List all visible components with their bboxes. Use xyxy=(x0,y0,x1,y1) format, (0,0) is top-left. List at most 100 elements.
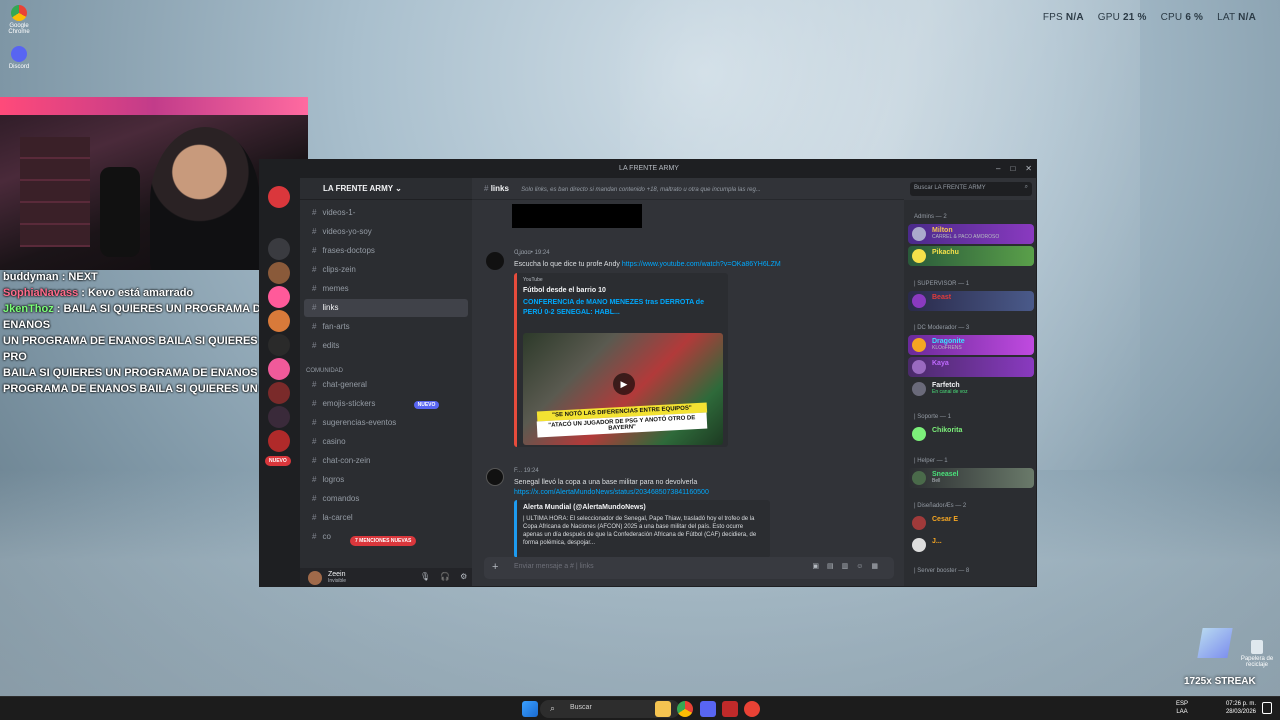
member-group-title: | Server booster — 8 xyxy=(914,568,970,574)
search-input[interactable]: Buscar LA FRENTE ARMY ⌕ xyxy=(910,182,1032,196)
start-icon[interactable] xyxy=(522,701,538,717)
clock[interactable]: 07:26 p. m. 28/03/2026 xyxy=(1226,700,1256,716)
member-item[interactable]: Dragonite KLOoFRENS xyxy=(908,335,1034,355)
new-pill[interactable]: NUEVO xyxy=(265,456,291,466)
channel-item[interactable]: # videos-1- xyxy=(304,204,468,222)
recycle-bin[interactable]: Papelera de reciclaje xyxy=(1240,640,1274,668)
embed-author[interactable]: Fútbol desde el barrio 10 xyxy=(523,287,722,294)
member-item[interactable]: J... xyxy=(908,535,1034,555)
headphones-icon[interactable]: 🎧 xyxy=(440,572,450,581)
channel-item[interactable]: # casino xyxy=(304,433,468,451)
mentions-pill[interactable]: 7 MENCIONES NUEVAS xyxy=(350,536,417,546)
play-icon[interactable]: ▶ xyxy=(613,373,635,395)
channel-title: links xyxy=(490,184,509,193)
desktop-icon-discord[interactable]: Discord xyxy=(4,46,34,70)
lang-top: ESP xyxy=(1176,701,1189,707)
server-icon[interactable] xyxy=(268,382,290,404)
member-item[interactable]: Chikorita xyxy=(908,424,1034,444)
channel-item[interactable]: # emojis-stickers NUEVO xyxy=(304,395,468,413)
file-explorer-icon[interactable] xyxy=(655,701,671,717)
message-image[interactable] xyxy=(512,204,642,228)
server-icon[interactable] xyxy=(268,334,290,356)
video-thumbnail[interactable]: "SE NOTÓ LAS DIFERENCIAS ENTRE EQUIPOS" … xyxy=(523,333,723,445)
member-item[interactable]: Farfetch En canal de voz xyxy=(908,379,1034,399)
close-icon[interactable]: ✕ xyxy=(1025,160,1032,178)
server-header[interactable]: LA FRENTE ARMY ⌄ xyxy=(300,178,472,200)
chrome-icon[interactable] xyxy=(677,701,693,717)
channel-item[interactable]: # edits xyxy=(304,337,468,355)
channel-item[interactable]: # chat-general xyxy=(304,376,468,394)
category-header[interactable]: COMUNIDAD xyxy=(306,368,343,374)
channel-item[interactable]: # frases-doctops xyxy=(304,242,468,260)
member-item[interactable]: Pikachu xyxy=(908,246,1034,266)
channel-item[interactable]: # chat-con-zein xyxy=(304,452,468,470)
chrome-icon[interactable] xyxy=(744,701,760,717)
member-item[interactable]: Kaya xyxy=(908,357,1034,377)
message-author[interactable]: F... 19:24 xyxy=(514,468,539,474)
notification-icon[interactable] xyxy=(1262,702,1272,714)
avatar xyxy=(912,516,926,530)
server-icon[interactable] xyxy=(268,262,290,284)
message-author[interactable]: Ɑʝɑɑɑ• 19:24 xyxy=(514,250,550,256)
channel-item[interactable]: # logros xyxy=(304,471,468,489)
input-placeholder: Enviar mensaje a # | links xyxy=(514,563,594,570)
avatar xyxy=(912,427,926,441)
channel-item-active[interactable]: # links xyxy=(304,299,468,317)
channel-name: frases-doctops xyxy=(322,246,375,255)
plus-icon[interactable]: + xyxy=(492,561,498,573)
message-link[interactable]: https://www.youtube.com/watch?v=OKa86YH6… xyxy=(622,261,781,268)
input-toolbar-icons[interactable]: ▣▤▥☺▦ xyxy=(812,562,886,570)
embed-title[interactable]: CONFERENCIA de MANO MENEZES tras DERROTA… xyxy=(523,298,722,318)
channel-name: casino xyxy=(322,437,346,446)
server-icon[interactable] xyxy=(268,430,290,452)
server-icon[interactable] xyxy=(268,186,290,208)
minimize-icon[interactable]: – xyxy=(996,160,1000,178)
embed-author[interactable]: Alerta Mundial (@AlertaMundoNews) xyxy=(523,504,764,511)
channel-item[interactable]: # comandos xyxy=(304,490,468,508)
microphone-icon[interactable]: 🎙 xyxy=(420,572,430,581)
channel-item[interactable]: # fan-arts xyxy=(304,318,468,336)
member-name: Farfetch xyxy=(932,382,960,389)
message-input[interactable]: + Enviar mensaje a # | links ▣▤▥☺▦ xyxy=(484,557,894,579)
channel-name: links xyxy=(322,303,339,312)
channel-item[interactable]: # memes xyxy=(304,280,468,298)
channel-item[interactable]: # clips-zein xyxy=(304,261,468,279)
avatar xyxy=(912,382,926,396)
server-icon[interactable] xyxy=(268,238,290,260)
hash-icon: # xyxy=(312,227,317,236)
avatar[interactable] xyxy=(486,252,504,270)
avatar[interactable] xyxy=(308,571,322,585)
avatar xyxy=(912,249,926,263)
chat-line: SophiaNavass : Kevo está amarrado xyxy=(3,285,303,301)
server-icon[interactable] xyxy=(268,358,290,380)
desktop-icon-chrome[interactable]: Google Chrome xyxy=(4,5,34,35)
channel-item[interactable]: # la-carcel xyxy=(304,509,468,527)
member-item[interactable]: Cesar E xyxy=(908,513,1034,533)
member-item[interactable]: Milton CARREL & PACO AMOROSO xyxy=(908,224,1034,244)
fps-value: N/A xyxy=(1065,12,1084,23)
channel-sidebar: LA FRENTE ARMY ⌄ # videos-1- # videos-yo-s… xyxy=(300,178,472,586)
language-indicator[interactable]: ESP LAA xyxy=(1176,700,1188,716)
channel-item[interactable]: # sugerencias-eventos xyxy=(304,414,468,432)
discord-icon[interactable] xyxy=(700,701,716,717)
channel-name: chat-con-zein xyxy=(322,456,371,465)
message-link[interactable]: https://x.com/AlertaMundoNews/status/203… xyxy=(514,489,709,496)
hash-icon: # xyxy=(312,341,317,350)
hash-icon: # xyxy=(312,475,317,484)
chat-line: BAILA SI QUIERES UN PROGRAMA DE ENANOS B… xyxy=(3,365,303,381)
search-placeholder: Buscar xyxy=(570,704,592,711)
gear-icon[interactable]: ⚙ xyxy=(460,572,467,581)
server-icon[interactable] xyxy=(268,406,290,428)
recycle-bin-icon xyxy=(1251,640,1263,654)
discord-icon xyxy=(11,46,27,62)
member-item[interactable]: Sneasel Bell xyxy=(908,468,1034,488)
channel-item[interactable]: # videos-yo-soy xyxy=(304,223,468,241)
avatar[interactable] xyxy=(486,468,504,486)
server-icon[interactable] xyxy=(268,286,290,308)
server-icon[interactable] xyxy=(268,310,290,332)
member-item[interactable]: Beast xyxy=(908,291,1034,311)
search-placeholder: Buscar LA FRENTE ARMY xyxy=(914,185,986,191)
app-icon[interactable] xyxy=(722,701,738,717)
chrome-icon xyxy=(11,5,27,21)
maximize-icon[interactable]: □ xyxy=(1010,160,1015,178)
